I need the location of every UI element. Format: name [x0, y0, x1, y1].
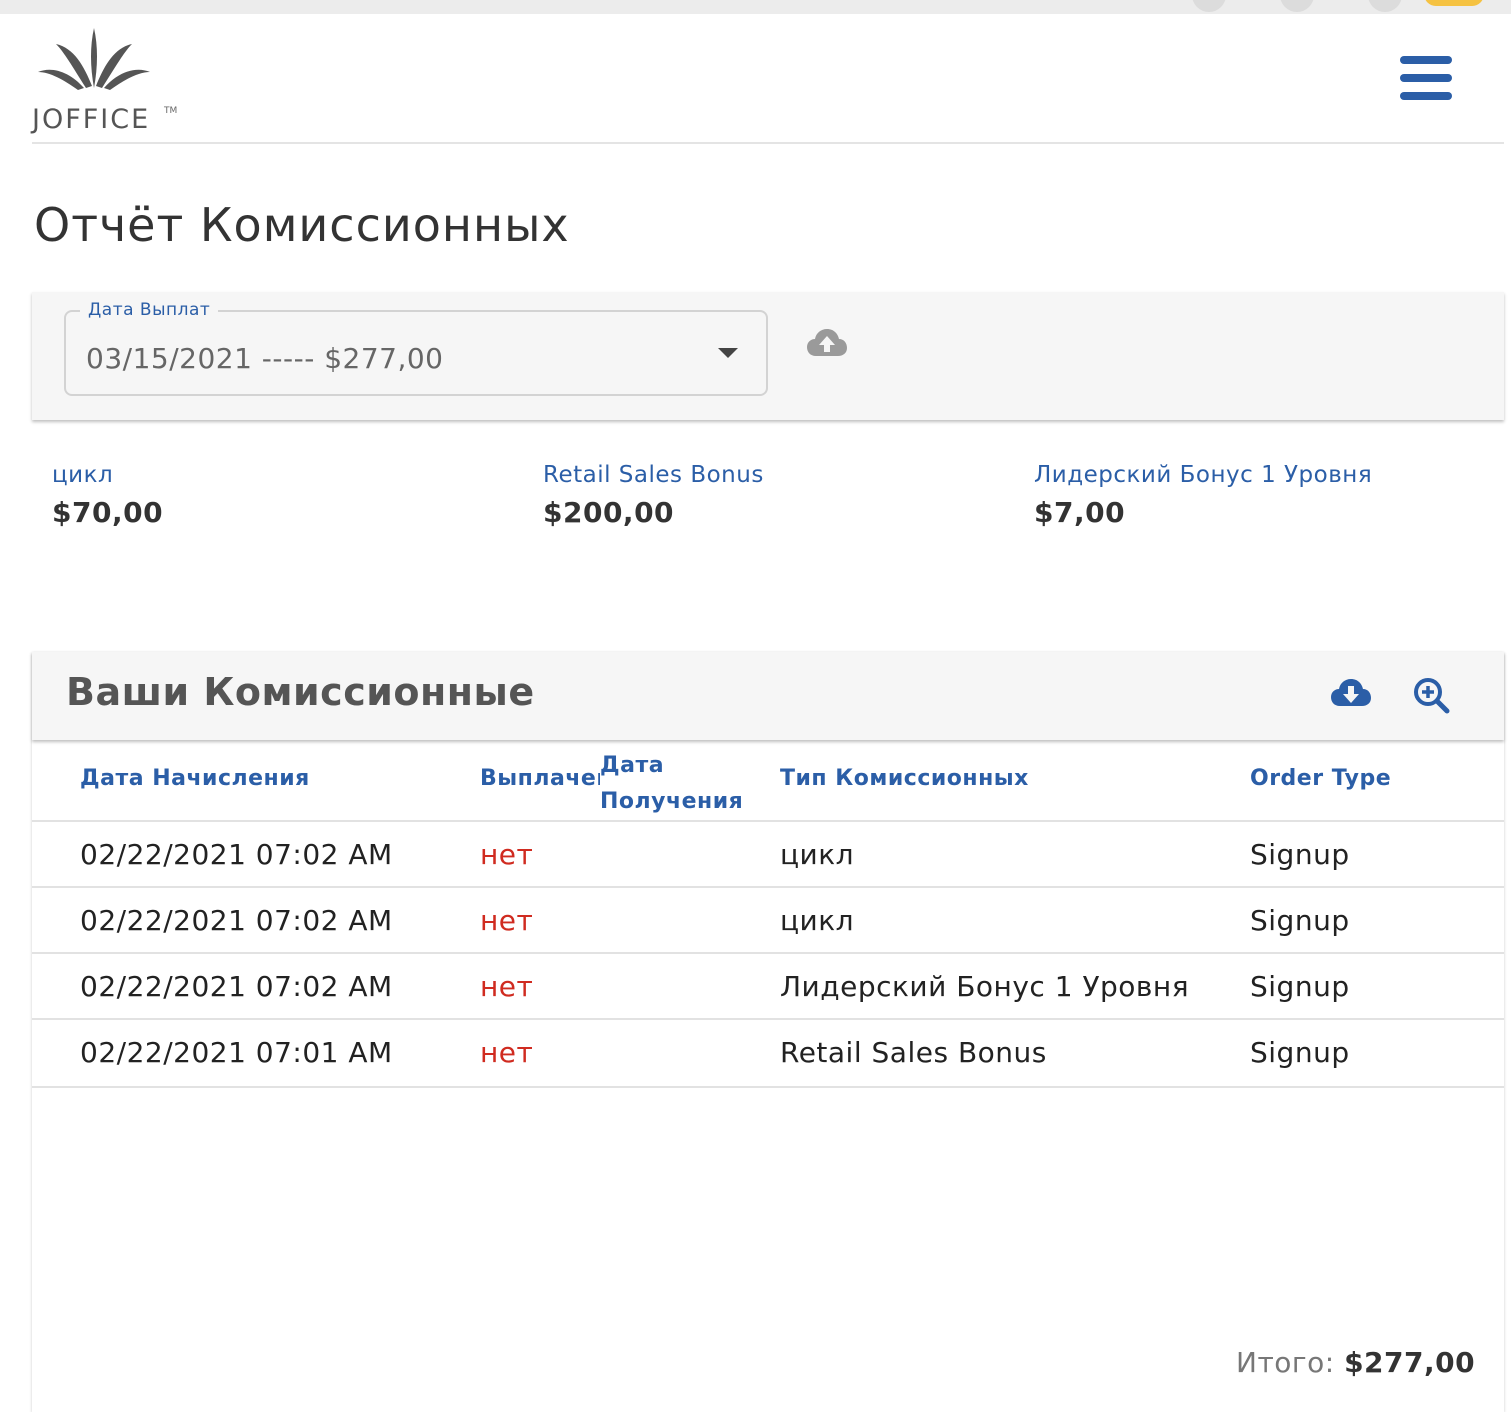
- total-value: $277,00: [1344, 1346, 1476, 1379]
- column-header-paid[interactable]: Выплачен: [480, 766, 600, 791]
- cell-commission-type: Лидерский Бонус 1 Уровня: [780, 970, 1190, 1003]
- total: Итого: $277,00: [1236, 1346, 1475, 1379]
- cell-order-type: Signup: [1250, 970, 1350, 1003]
- summary-amount: $70,00: [52, 496, 164, 529]
- logo-wordmark: JOFFICE: [32, 104, 151, 135]
- app-header: JOFFICE TM: [0, 14, 1511, 144]
- browser-dot: [1368, 0, 1402, 12]
- payout-filter-card: Дата Выплат 03/15/2021 ----- $277,00: [32, 292, 1504, 420]
- cell-paid: нет: [480, 838, 534, 871]
- summary-item: цикл $70,00: [52, 462, 472, 529]
- header-divider: [32, 142, 1504, 144]
- cell-paid: нет: [480, 1036, 534, 1069]
- summary-item: Retail Sales Bonus $200,00: [543, 462, 963, 529]
- zoom-in-icon[interactable]: [1412, 676, 1452, 716]
- payout-date-select[interactable]: Дата Выплат 03/15/2021 ----- $277,00: [64, 300, 768, 396]
- browser-pill: [1424, 0, 1484, 6]
- summary-amount: $200,00: [543, 496, 675, 529]
- cell-accrual-date: 02/22/2021 07:02 AM: [80, 838, 393, 871]
- summary-item: Лидерский Бонус 1 Уровня $7,00: [1034, 462, 1454, 529]
- table-row[interactable]: 02/22/2021 07:01 AM нет Retail Sales Bon…: [32, 1018, 1504, 1088]
- cell-commission-type: цикл: [780, 838, 855, 871]
- cell-accrual-date: 02/22/2021 07:01 AM: [80, 1036, 393, 1069]
- browser-top-strip: [0, 0, 1511, 14]
- cell-paid: нет: [480, 904, 534, 937]
- cell-order-type: Signup: [1250, 904, 1350, 937]
- column-header-accrual-date[interactable]: Дата Начисления: [80, 766, 310, 791]
- joffice-logo[interactable]: JOFFICE TM: [14, 26, 178, 136]
- cell-commission-type: Retail Sales Bonus: [780, 1036, 1047, 1069]
- commissions-card: Ваши Комиссионные Дата Начисления Выплач…: [32, 652, 1504, 1412]
- menu-hamburger-icon[interactable]: [1394, 54, 1456, 102]
- table-row[interactable]: 02/22/2021 07:02 AM нет цикл Signup: [32, 886, 1504, 954]
- cell-paid: нет: [480, 970, 534, 1003]
- table-row[interactable]: 02/22/2021 07:02 AM нет Лидерский Бонус …: [32, 952, 1504, 1020]
- cell-commission-type: цикл: [780, 904, 855, 937]
- cloud-upload-icon[interactable]: [806, 326, 848, 360]
- column-header-order-type[interactable]: Order Type: [1250, 766, 1391, 791]
- cell-order-type: Signup: [1250, 1036, 1350, 1069]
- browser-dot: [1280, 0, 1314, 12]
- column-header-received-date[interactable]: Дата Получения: [600, 748, 760, 820]
- column-header-commission-type[interactable]: Тип Комиссионных: [780, 766, 1029, 791]
- cell-accrual-date: 02/22/2021 07:02 AM: [80, 904, 393, 937]
- chevron-down-icon: [718, 348, 738, 358]
- page-title: Отчёт Комиссионных: [34, 198, 570, 252]
- summary-label: Retail Sales Bonus: [543, 462, 764, 488]
- commissions-header: Ваши Комиссионные: [32, 652, 1504, 740]
- browser-dot: [1192, 0, 1226, 12]
- payout-date-label: Дата Выплат: [80, 300, 219, 320]
- cloud-download-icon[interactable]: [1330, 676, 1372, 710]
- table-row[interactable]: 02/22/2021 07:02 AM нет цикл Signup: [32, 820, 1504, 888]
- commissions-title: Ваши Комиссионные: [66, 670, 535, 714]
- fleur-logo-icon: [38, 28, 150, 90]
- cell-accrual-date: 02/22/2021 07:02 AM: [80, 970, 393, 1003]
- logo-trademark: TM: [164, 106, 178, 116]
- total-label: Итого:: [1236, 1346, 1335, 1379]
- payout-date-value: 03/15/2021 ----- $277,00: [86, 342, 444, 375]
- cell-order-type: Signup: [1250, 838, 1350, 871]
- summary-label: Лидерский Бонус 1 Уровня: [1034, 462, 1373, 488]
- summary-label: цикл: [52, 462, 114, 488]
- summary-amount: $7,00: [1034, 496, 1126, 529]
